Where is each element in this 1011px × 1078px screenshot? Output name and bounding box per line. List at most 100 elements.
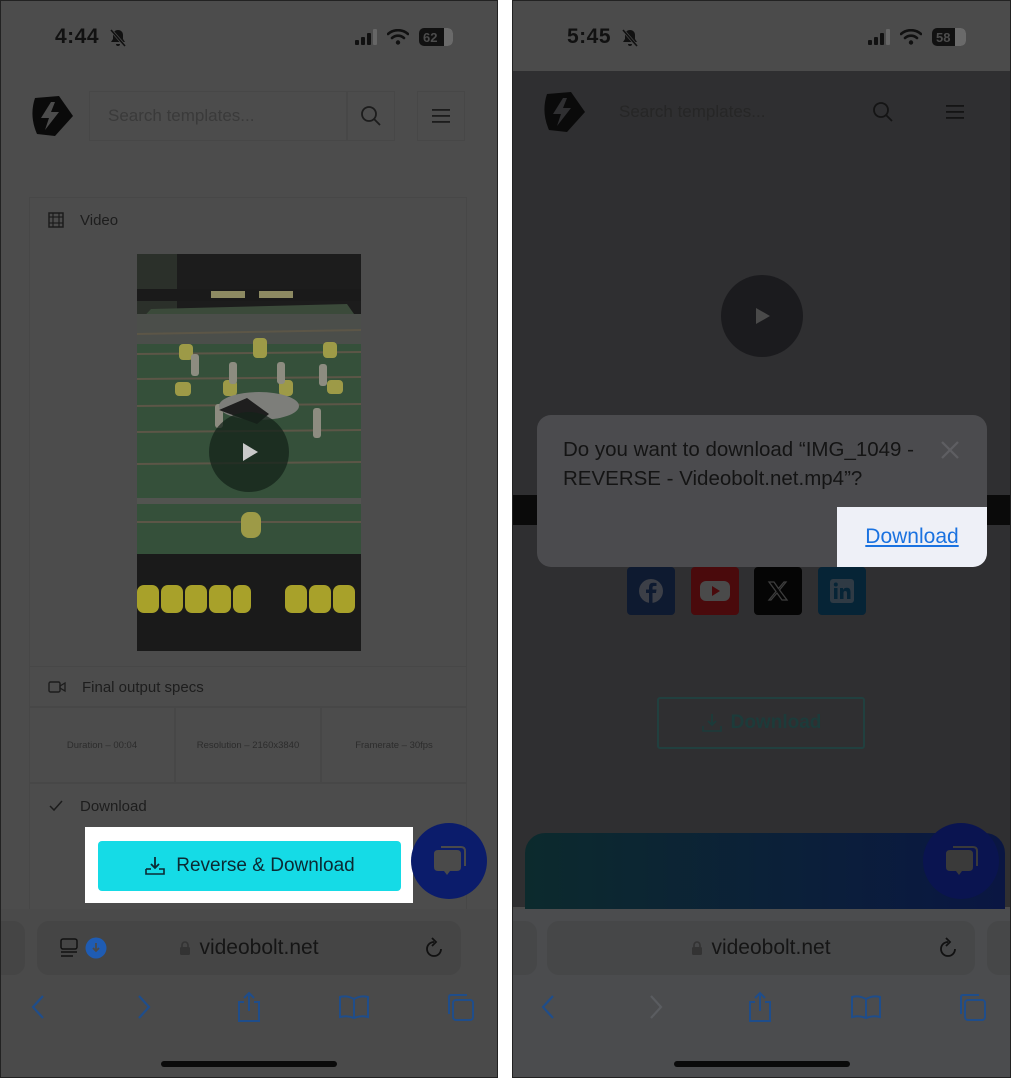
bookmarks-button[interactable] — [337, 989, 371, 1025]
previous-tab-edge[interactable] — [513, 921, 537, 975]
tabs-icon — [960, 994, 986, 1021]
address-bar[interactable]: videobolt.net — [37, 921, 461, 975]
home-indicator — [161, 1061, 337, 1067]
menu-button[interactable] — [417, 91, 465, 141]
next-tab-edge[interactable] — [987, 921, 1010, 975]
back-button[interactable] — [21, 989, 55, 1025]
specs-section-header: Final output specs — [30, 667, 466, 707]
chevron-right-icon — [138, 995, 151, 1019]
safari-toolbar — [513, 989, 1010, 1029]
video-section-header: Video — [30, 198, 466, 242]
hamburger-menu-icon — [946, 105, 964, 119]
download-button[interactable]: Download — [657, 697, 865, 749]
battery-indicator: 58 — [932, 28, 966, 46]
check-icon — [49, 800, 63, 812]
download-section-header: Download — [30, 784, 466, 828]
wifi-icon — [900, 29, 922, 45]
status-bar: 5:45 58 — [513, 1, 1010, 71]
previous-tab-edge[interactable] — [1, 921, 25, 975]
search-placeholder: Search templates... — [108, 106, 255, 125]
confirm-download-link[interactable]: Download — [865, 525, 958, 549]
tabs-button[interactable] — [443, 989, 477, 1025]
bell-slash-icon — [109, 29, 127, 47]
home-indicator — [673, 1061, 850, 1067]
battery-indicator: 62 — [419, 28, 453, 46]
download-tray-icon — [701, 714, 722, 732]
specs-card: Final output specs — [29, 667, 467, 707]
share-icon — [749, 991, 771, 1022]
spec-resolution: Resolution – 2160x3840 — [175, 707, 321, 783]
video-camera-icon — [48, 681, 66, 693]
x-share-button[interactable] — [754, 567, 802, 615]
youtube-share-button[interactable] — [691, 567, 739, 615]
search-icon — [361, 106, 381, 126]
search-input[interactable]: Search templates... — [601, 87, 859, 137]
facebook-icon — [639, 579, 663, 603]
search-button[interactable] — [347, 91, 395, 141]
videobolt-logo-icon — [544, 92, 585, 132]
download-section-title: Download — [80, 797, 147, 815]
spec-framerate: Framerate – 30fps — [321, 707, 467, 783]
status-indicators: 58 — [868, 28, 966, 46]
cellular-signal-icon — [355, 29, 377, 45]
facebook-share-button[interactable] — [627, 567, 675, 615]
share-icon — [238, 991, 260, 1022]
chevron-right-icon — [650, 995, 663, 1019]
chevron-left-icon — [31, 995, 44, 1019]
book-icon — [339, 995, 369, 1020]
status-time: 5:45 — [567, 25, 612, 48]
chat-button[interactable] — [923, 823, 999, 899]
page-menu-icon[interactable] — [59, 937, 83, 959]
videobolt-logo-icon — [32, 96, 73, 136]
safari-toolbar — [1, 989, 497, 1029]
share-button[interactable] — [743, 989, 777, 1025]
hamburger-menu-icon — [432, 109, 450, 123]
search-placeholder: Search templates... — [619, 102, 766, 121]
video-preview[interactable] — [137, 254, 361, 651]
forward-button[interactable] — [127, 989, 161, 1025]
tabs-icon — [448, 994, 474, 1021]
tabs-button[interactable] — [955, 989, 989, 1025]
film-icon — [48, 212, 64, 228]
reload-icon[interactable] — [937, 936, 959, 960]
share-button[interactable] — [232, 989, 266, 1025]
site-header: Search templates... — [513, 67, 1010, 157]
chat-bubble-icon — [434, 846, 466, 875]
video-section-title: Video — [80, 211, 119, 229]
search-input[interactable]: Search templates... — [89, 91, 347, 141]
book-icon — [851, 995, 881, 1020]
back-button[interactable] — [531, 989, 565, 1025]
url-text: videobolt.net — [199, 936, 319, 959]
confirm-download-highlight: Download — [837, 507, 987, 567]
site-header: Search templates... — [1, 71, 497, 161]
output-specs: Duration – 00:04 Resolution – 2160x3840 … — [29, 707, 467, 783]
chat-button[interactable] — [411, 823, 487, 899]
specs-section-title: Final output specs — [82, 678, 204, 696]
close-icon[interactable] — [939, 439, 961, 461]
menu-button[interactable] — [931, 87, 979, 137]
chat-bubble-icon — [946, 846, 978, 875]
address-bar[interactable]: videobolt.net — [547, 921, 975, 975]
bell-slash-icon — [621, 29, 639, 47]
safari-bottom-bar: videobolt.net — [513, 909, 1010, 1077]
reload-icon[interactable] — [423, 936, 445, 960]
linkedin-share-button[interactable] — [818, 567, 866, 615]
search-button[interactable] — [859, 87, 907, 137]
reverse-download-button[interactable]: Reverse & Download — [98, 841, 401, 891]
youtube-icon — [700, 581, 730, 601]
bookmarks-button[interactable] — [849, 989, 883, 1025]
left-phone-screen: 4:44 62 Search templates... Video Final … — [0, 0, 498, 1078]
battery-level: 62 — [423, 29, 438, 45]
play-icon — [756, 308, 770, 324]
play-button[interactable] — [721, 275, 803, 357]
safari-bottom-bar: videobolt.net — [1, 909, 497, 1077]
play-button[interactable] — [209, 412, 289, 492]
play-icon — [243, 443, 258, 461]
download-progress-icon[interactable] — [85, 937, 107, 959]
status-time: 4:44 — [55, 25, 100, 48]
lock-icon — [180, 941, 191, 955]
forward-button[interactable] — [639, 989, 673, 1025]
url-text: videobolt.net — [711, 936, 831, 959]
linkedin-icon — [830, 579, 854, 603]
spec-duration: Duration – 00:04 — [29, 707, 175, 783]
